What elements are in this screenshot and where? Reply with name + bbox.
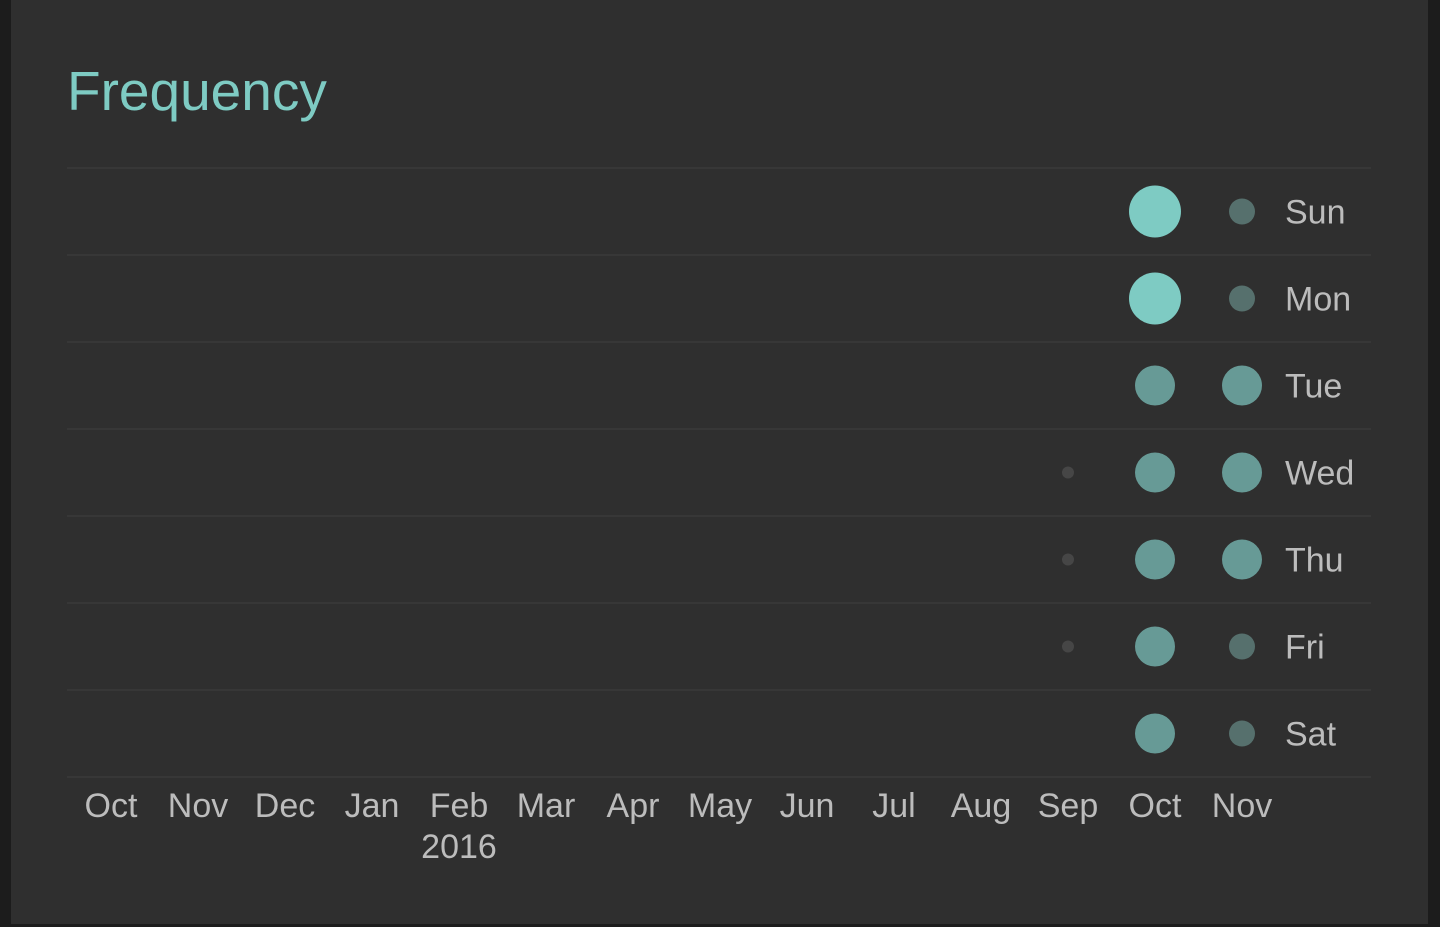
- column-label-oct: Oct: [1129, 787, 1182, 825]
- frequency-dot: [1135, 713, 1175, 754]
- row-label-tue: Tue: [1285, 368, 1342, 406]
- frequency-dot: [1222, 452, 1262, 493]
- frequency-dot: [1062, 553, 1074, 566]
- year-label: 2016: [421, 828, 497, 866]
- frequency-dot: [1062, 640, 1074, 653]
- column-label-may: May: [688, 787, 752, 825]
- frequency-dot: [1062, 466, 1074, 479]
- frequency-card: Frequency Sun Mon Tue Wed Thu Fri Sat Oct Nov Dec…: [11, 0, 1428, 924]
- row-label-sun: Sun: [1285, 194, 1346, 232]
- column-label-apr: Apr: [607, 787, 660, 825]
- frequency-dot: [1222, 539, 1262, 580]
- column-label-mar: Mar: [517, 787, 576, 825]
- column-label-feb: Feb: [430, 787, 489, 825]
- frequency-dot: [1229, 633, 1255, 660]
- frequency-dot: [1222, 365, 1262, 406]
- frequency-dot: [1135, 452, 1175, 493]
- row-label-thu: Thu: [1285, 542, 1344, 580]
- frequency-dot: [1229, 720, 1255, 747]
- column-label-jan: Jan: [345, 787, 400, 825]
- column-label-dec: Dec: [255, 787, 315, 825]
- column-label-nov: Nov: [168, 787, 228, 825]
- frequency-dot: [1229, 285, 1255, 312]
- row-label-sat: Sat: [1285, 716, 1337, 754]
- column-label-nov: Nov: [1212, 787, 1272, 825]
- column-label-jul: Jul: [872, 787, 915, 825]
- frequency-chart: Sun Mon Tue Wed Thu Fri Sat Oct Nov Dec Jan Feb Mar A…: [67, 167, 1371, 866]
- row-label-mon: Mon: [1285, 281, 1351, 319]
- frequency-dot: [1129, 272, 1181, 325]
- column-label-aug: Aug: [951, 787, 1012, 825]
- frequency-dot: [1135, 365, 1175, 406]
- column-label-sep: Sep: [1038, 787, 1099, 825]
- frequency-dot: [1129, 185, 1181, 238]
- frequency-dot: [1135, 626, 1175, 667]
- column-label-oct: Oct: [85, 787, 138, 825]
- row-label-fri: Fri: [1285, 629, 1325, 667]
- column-label-jun: Jun: [780, 787, 835, 825]
- frequency-dot: [1229, 198, 1255, 225]
- frequency-dot: [1135, 539, 1175, 580]
- row-label-wed: Wed: [1285, 455, 1354, 493]
